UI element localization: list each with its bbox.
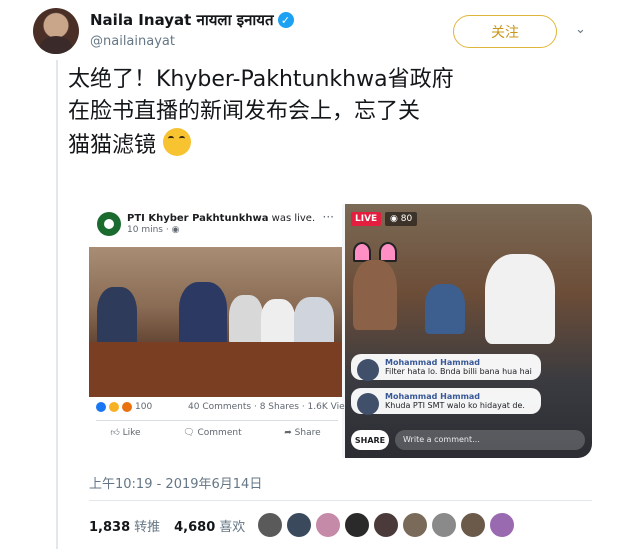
divider [96,420,338,421]
facebook-live-screenshot: LIVE ◉ 80 Mohammad Hammad Filter hata lo… [345,204,592,458]
fb-engagement: 40 Comments · 8 Shares · 1.6K Views [188,402,357,412]
share-arrow-icon: ➦ [284,428,292,438]
live-comment: Mohammad Hammad Khuda PTI SMT walo ko hi… [351,388,541,415]
liker-avatar[interactable] [315,512,341,538]
retweet-stat[interactable]: 1,838 转推 [89,516,160,535]
fb-post-header: PTI Khyber Pakhtunkhwa was live. 10 mins… [97,212,315,236]
liker-avatars [257,512,515,538]
person-figure [485,254,555,344]
person-figure [229,295,263,345]
fb-post-title: PTI Khyber Pakhtunkhwa was live. [127,212,315,225]
fb-comments-count: 40 Comments [188,402,252,412]
reactions-count: 100 [135,402,153,412]
tweet-text-line: 太绝了！Khyber-Pakhtunkhwa省政府 [68,67,454,92]
thread-line [56,60,58,549]
tweet-stats: 1,838 转推 4,680 喜欢 [89,516,245,535]
like-reaction-icon [96,402,106,412]
chevron-down-icon[interactable]: ⌄ [575,22,589,37]
globe-icon: ◉ [171,225,180,235]
fb-post-time: 10 mins · ◉ [127,225,180,235]
fb-comment-action: 🗨︎ Comment [183,428,242,438]
divider [89,500,592,501]
tweet-text-line: 猫猫滤镜 [68,128,588,162]
tweet-text: 太绝了！Khyber-Pakhtunkhwa省政府 在脸书直播的新闻发布会上，忘… [68,64,588,162]
liker-avatar[interactable] [489,512,515,538]
fb-page-name: PTI Khyber Pakhtunkhwa [127,213,269,224]
comment-text: Khuda PTI SMT walo ko hidayat de. [385,401,525,410]
viewer-count: ◉ 80 [385,212,418,226]
verified-badge-icon: ✓ [277,12,294,28]
commenter-avatar [357,393,379,415]
live-share-button: SHARE [351,430,389,450]
display-name[interactable]: Naila Inayat नायला इनायत [90,10,274,30]
fb-share-action: ➦ Share [284,428,321,438]
like-stat[interactable]: 4,680 喜欢 [174,516,245,535]
person-figure [261,299,295,345]
liker-avatar[interactable] [344,512,370,538]
fb-like-action: 👍︎ Like [110,428,141,438]
conference-table [89,342,342,397]
haha-reaction-icon [109,402,119,412]
liker-avatar[interactable] [402,512,428,538]
thumbs-up-icon: 👍︎ [110,428,120,438]
liker-avatar[interactable] [431,512,457,538]
facebook-post-screenshot: PTI Khyber Pakhtunkhwa was live. 10 mins… [89,204,357,458]
tweet-header: Naila Inayat नायला इनायत ✓ @nailainayat [90,10,294,49]
display-name-row[interactable]: Naila Inayat नायला इनायत ✓ [90,10,294,30]
live-badge: LIVE [351,212,382,226]
person-figure [294,297,334,347]
handle[interactable]: @nailainayat [90,34,294,49]
follow-button[interactable]: 关注 [453,15,557,48]
person-figure [425,284,465,334]
commenter-name: Mohammad Hammad [385,392,481,401]
comment-text: Filter hata lo. Bnda billi bana hua hai [385,367,532,376]
fb-reactions: 100 [96,402,152,412]
fb-action-bar: 👍︎ Like 🗨︎ Comment ➦ Share [89,428,342,438]
tweet-timestamp[interactable]: 上午10:19 - 2019年6月14日 [89,473,262,492]
eye-icon: ◉ [390,214,398,224]
liker-avatar[interactable] [373,512,399,538]
tweet-text-line: 在脸书直播的新闻发布会上，忘了关 [68,99,421,124]
avatar[interactable] [33,8,79,54]
write-comment-field: Write a comment... [395,430,585,450]
liker-avatar[interactable] [460,512,486,538]
liker-avatar[interactable] [257,512,283,538]
commenter-name: Mohammad Hammad [385,358,481,367]
commenter-avatar [357,359,379,381]
fb-shares-count: 8 Shares [259,402,299,412]
pti-logo-icon [97,212,121,236]
fb-video-frame [89,247,342,397]
comment-icon: 🗨︎ [183,428,195,438]
live-comment: Mohammad Hammad Filter hata lo. Bnda bil… [351,354,541,381]
liker-avatar[interactable] [286,512,312,538]
cat-ears-filter-icon [353,242,397,262]
media-attachment[interactable]: PTI Khyber Pakhtunkhwa was live. 10 mins… [89,204,592,458]
wow-reaction-icon [122,402,132,412]
person-figure [97,287,137,347]
person-figure [353,260,397,330]
person-figure [179,282,227,347]
tweet-text-line-part: 猫猫滤镜 [68,133,157,158]
more-options-icon: ··· [322,210,334,224]
crying-laughing-cat-emoji-icon [163,128,192,156]
fb-post-status: was live. [271,213,316,224]
